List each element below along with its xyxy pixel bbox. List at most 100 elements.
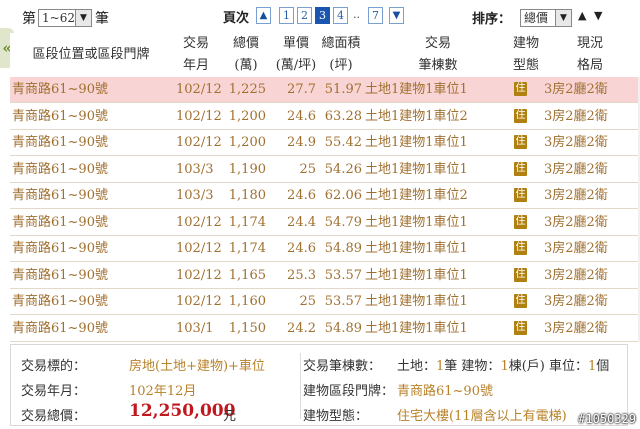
sort-asc-icon[interactable]: ▲ xyxy=(578,9,586,22)
header-location[interactable]: 區段位置或區段門牌 xyxy=(10,44,172,66)
table-row[interactable]: 青商路61~90號 102/12 1,160 25 53.57 土地1建物1車位1 3房2廳… xyxy=(10,289,638,315)
cell-trans: 土地1建物1車位1 xyxy=(365,161,468,177)
cell-trans: 土地1建物1車位1 xyxy=(365,82,468,97)
header-area-2: (坪) xyxy=(329,58,353,73)
table-row[interactable]: 青商路61~90號 102/12 1,165 25.3 53.57 土地1建物1車位1 3房… xyxy=(10,263,638,289)
sort-desc-icon[interactable]: ▼ xyxy=(594,9,602,22)
cell-date: 103/3 xyxy=(176,161,214,177)
cell-total: 1,180 xyxy=(228,188,266,203)
cell-trans: 土地1建物1車位1 xyxy=(365,267,468,283)
cell-location: 青商路61~90號 xyxy=(12,135,108,150)
table-row[interactable]: 青商路61~90號 103/1 1,150 24.2 54.89 土地1建物1車位1 3房2… xyxy=(10,316,638,342)
residential-badge-icon: 住 xyxy=(514,188,527,202)
cell-layout: 3房2廳2衛 xyxy=(544,294,608,309)
prev-page-button[interactable]: ▲ xyxy=(256,7,271,24)
cell-layout: 3房2廳2衛 xyxy=(544,267,608,283)
cell-area: 53.57 xyxy=(324,294,362,309)
table-row[interactable]: 青商路61~90號 102/12 1,200 24.6 63.28 土地1建物1車位2 3房… xyxy=(10,104,638,130)
cell-layout: 3房2廳2衛 xyxy=(544,108,608,124)
cell-location: 青商路61~90號 xyxy=(12,241,108,256)
cell-trans: 土地1建物1車位1 xyxy=(365,135,468,150)
detail-date-label: 交易年月： xyxy=(21,384,87,399)
detail-target-label: 交易標的： xyxy=(21,359,87,374)
count-park-unit: 個 xyxy=(596,359,610,374)
range-prefix: 第 xyxy=(22,11,36,27)
table-row[interactable]: 青商路61~90號 103/3 1,180 24.6 62.06 土地1建物1車位2 3房2… xyxy=(10,183,638,209)
cell-location: 青商路61~90號 xyxy=(12,82,108,97)
page-button-2[interactable]: 2 xyxy=(297,7,312,24)
cell-layout: 3房2廳2衛 xyxy=(544,161,608,177)
table-row[interactable]: 青商路61~90號 102/12 1,174 24.6 54.89 土地1建物1車位1 3房… xyxy=(10,236,638,262)
sort-select-value: 總價 xyxy=(524,11,549,25)
cell-date: 102/12 xyxy=(176,135,222,150)
cell-total: 1,160 xyxy=(228,294,266,309)
next-page-button[interactable]: ▼ xyxy=(389,7,404,24)
residential-badge-icon: 住 xyxy=(514,294,527,308)
detail-total-value: 12,250,000 xyxy=(129,401,236,421)
cell-total: 1,165 xyxy=(228,267,266,283)
cell-date: 102/12 xyxy=(176,214,222,230)
table-row[interactable]: 青商路61~90號 102/12 1,200 24.9 55.42 土地1建物1車位1 3房… xyxy=(10,130,638,156)
cell-total: 1,225 xyxy=(228,82,266,97)
cell-date: 103/1 xyxy=(176,320,214,336)
page-button-1[interactable]: 1 xyxy=(279,7,294,24)
cell-layout: 3房2廳2衛 xyxy=(544,82,608,97)
table-row[interactable]: 青商路61~90號 102/12 1,225 27.7 51.97 土地1建物1車位1 3房… xyxy=(10,77,638,103)
table-row[interactable]: 青商路61~90號 102/12 1,174 24.4 54.79 土地1建物1車位1 3房… xyxy=(10,210,638,236)
header-date-2: 年月 xyxy=(182,58,209,73)
range-suffix: 筆 xyxy=(95,11,109,27)
detail-count-label: 交易筆棟數： xyxy=(303,359,382,374)
top-bar: 第 1~62 ▼ 筆 頁次 ▲ 1 2 3 4 .. 7 ▼ 排序： 總價 ▼ … xyxy=(0,0,640,36)
residential-badge-icon: 住 xyxy=(514,214,527,229)
cell-date: 103/3 xyxy=(176,188,214,203)
cell-trans: 土地1建物1車位1 xyxy=(365,241,468,256)
cell-date: 102/12 xyxy=(176,241,222,256)
cell-area: 63.28 xyxy=(324,108,362,124)
cell-total: 1,150 xyxy=(228,320,266,336)
cell-trans: 土地1建物1車位1 xyxy=(365,214,468,230)
page-button-4[interactable]: 4 xyxy=(333,7,348,24)
header-trans-2: 筆棟數 xyxy=(418,58,458,73)
count-park-label: 棟(戶) 車位： xyxy=(508,359,588,374)
cell-location: 青商路61~90號 xyxy=(12,267,108,283)
table-row[interactable]: 青商路61~90號 103/3 1,190 25 54.26 土地1建物1車位1 3房2廳2… xyxy=(10,157,638,183)
detail-btype-label: 建物型態： xyxy=(303,409,369,424)
chevron-down-icon: ▼ xyxy=(555,10,571,26)
cell-location: 青商路61~90號 xyxy=(12,214,108,230)
cell-total: 1,200 xyxy=(228,135,266,150)
page-ellipsis: .. xyxy=(353,8,360,21)
cell-date: 102/12 xyxy=(176,267,222,283)
residential-badge-icon: 住 xyxy=(514,108,527,123)
detail-date-value: 102年12月 xyxy=(129,384,197,399)
cell-total: 1,200 xyxy=(228,108,266,124)
page-button-3[interactable]: 3 xyxy=(315,7,330,24)
range-select[interactable]: 1~62 ▼ xyxy=(38,9,92,27)
cell-trans: 土地1建物1車位1 xyxy=(365,320,468,336)
cell-total: 1,174 xyxy=(228,241,266,256)
cell-total: 1,174 xyxy=(228,214,266,230)
cell-location: 青商路61~90號 xyxy=(12,108,108,124)
page-button-last[interactable]: 7 xyxy=(368,7,383,24)
cell-trans: 土地1建物1車位1 xyxy=(365,294,468,309)
watermark: #1050329 xyxy=(578,412,636,426)
range-select-value: 1~62 xyxy=(42,11,75,25)
header-total-2: (萬) xyxy=(234,58,258,73)
transaction-table: 區段位置或區段門牌 交易 年月 總價 (萬) 單價 (萬/坪) 總面積 (坪) … xyxy=(10,33,640,342)
residential-badge-icon: 住 xyxy=(514,320,527,335)
chevron-down-icon: ▼ xyxy=(75,10,91,26)
detail-count-text: 土地：1筆 建物：1棟(戶) 車位：1個 xyxy=(397,355,609,374)
header-total-1: 總價 xyxy=(232,36,259,51)
detail-target-value: 房地(土地+建物)+車位 xyxy=(129,359,265,374)
cell-location: 青商路61~90號 xyxy=(12,188,108,203)
header-layout-2: 格局 xyxy=(576,58,603,73)
detail-addr-label: 建物區段門牌： xyxy=(303,384,395,399)
sort-select[interactable]: 總價 ▼ xyxy=(520,9,572,27)
detail-total-unit: 元 xyxy=(223,409,237,424)
cell-location: 青商路61~90號 xyxy=(12,294,108,309)
residential-badge-icon: 住 xyxy=(514,82,527,96)
cell-location: 青商路61~90號 xyxy=(12,161,108,177)
cell-date: 102/12 xyxy=(176,108,222,124)
cell-layout: 3房2廳2衛 xyxy=(544,241,608,256)
detail-divider xyxy=(300,353,301,419)
header-date-1: 交易 xyxy=(182,36,209,51)
